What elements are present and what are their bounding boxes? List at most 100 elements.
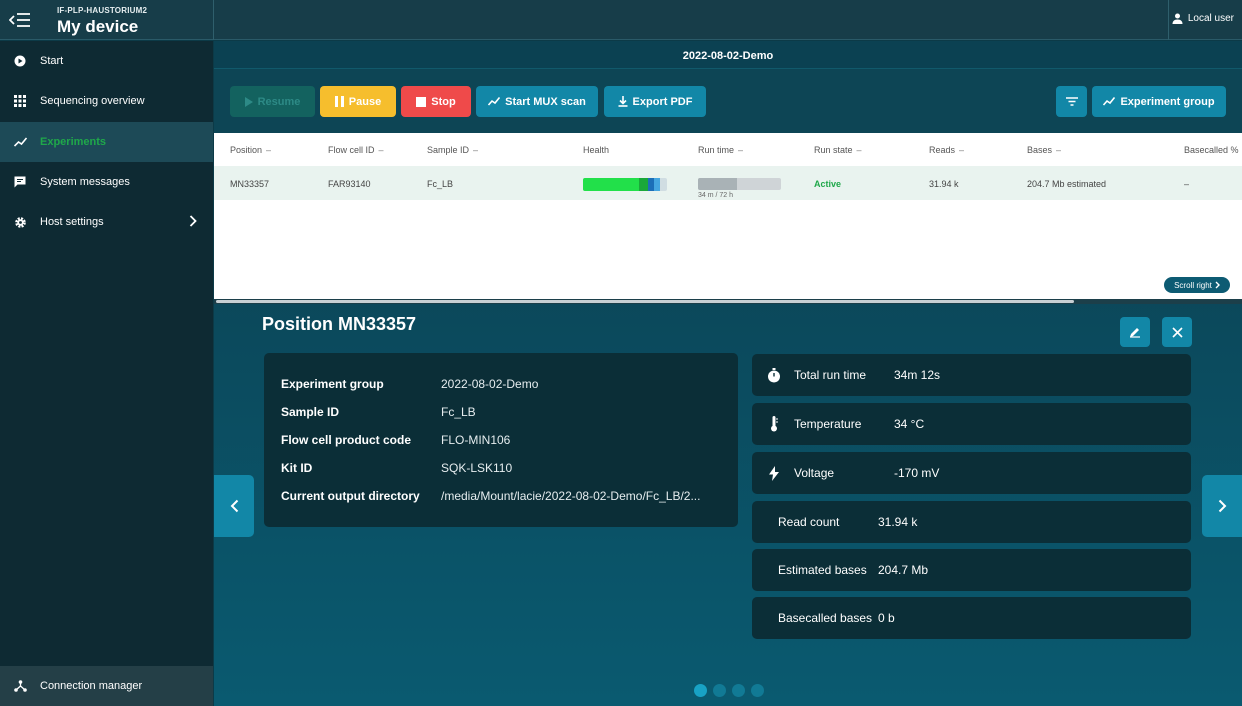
cell-position: MN33357: [230, 179, 270, 189]
toolbar: Resume Pause Stop Start MUX scan Export …: [214, 69, 1242, 133]
header-label: Sample ID: [427, 145, 470, 155]
pause-icon: [334, 96, 344, 107]
scroll-right-button[interactable]: Scroll right: [1164, 277, 1230, 293]
experiment-group-button[interactable]: Experiment group: [1092, 86, 1226, 117]
close-button[interactable]: [1162, 317, 1192, 347]
info-label: Flow cell product code: [281, 433, 412, 447]
stop-button[interactable]: Stop: [401, 86, 471, 117]
column-header[interactable]: Position –: [230, 145, 271, 155]
user-label: Local user: [1187, 13, 1234, 24]
info-value: FLO-MIN106: [441, 433, 511, 447]
mux-label: Start MUX scan: [505, 95, 586, 108]
sort-icon: –: [378, 145, 384, 155]
sort-icon: –: [959, 145, 965, 155]
export-pdf-button[interactable]: Export PDF: [604, 86, 706, 117]
column-header[interactable]: Bases –: [1027, 145, 1061, 155]
pagination-dots: [694, 684, 764, 697]
cell-sample: Fc_LB: [427, 179, 454, 189]
gear-icon: [13, 215, 27, 229]
stat-value: 34 °C: [894, 417, 925, 431]
column-header[interactable]: Run state –: [814, 145, 862, 155]
pagination-dot[interactable]: [694, 684, 707, 697]
start-mux-scan-button[interactable]: Start MUX scan: [476, 86, 598, 117]
info-value: SQK-LSK110: [441, 461, 513, 475]
header-label: Position: [230, 145, 263, 155]
scrollbar-thumb[interactable]: [216, 300, 1074, 303]
next-position-button[interactable]: [1202, 475, 1242, 537]
column-header[interactable]: Reads –: [929, 145, 964, 155]
play-icon: [244, 96, 253, 107]
network-icon: [13, 679, 27, 693]
cell-flow-cell: FAR93140: [328, 179, 371, 189]
chart-line-icon: [488, 97, 501, 106]
header-label: Flow cell ID: [328, 145, 375, 155]
page-title: My device: [57, 17, 139, 36]
pagination-dot[interactable]: [732, 684, 745, 697]
stat-label: Read count: [778, 515, 840, 529]
group-label: Experiment group: [1120, 95, 1215, 108]
connection-manager-label: Connection manager: [40, 680, 143, 692]
edit-button[interactable]: [1120, 317, 1150, 347]
positions-table: Position – Flow cell ID – Sample ID – Healt…: [214, 133, 1242, 299]
filter-button[interactable]: [1056, 86, 1087, 117]
sidebar-item-experiments[interactable]: Experiments: [0, 122, 213, 162]
user-icon: [1172, 13, 1183, 24]
menu-collapse-button[interactable]: [0, 0, 40, 40]
message-icon: [13, 175, 27, 189]
sidebar-item-host-settings[interactable]: Host settings: [0, 202, 213, 242]
table-row[interactable]: MN33357 FAR93140 Fc_LB 34 m / 72 h Activ…: [214, 166, 1242, 200]
cell-bases: 204.7 Mb estimated: [1027, 179, 1107, 189]
pause-label: Pause: [348, 95, 382, 108]
column-header[interactable]: Sample ID –: [427, 145, 478, 155]
run-time-text: 34 m / 72 h: [698, 192, 734, 199]
previous-position-button[interactable]: [214, 475, 254, 537]
sidebar-item-label: Host settings: [40, 216, 104, 228]
stat-estimated-bases: Estimated bases 204.7 Mb: [752, 549, 1191, 591]
sidebar-item-start[interactable]: Start: [0, 41, 213, 81]
stat-value: 204.7 Mb: [878, 563, 929, 577]
sort-icon: –: [738, 145, 744, 155]
sidebar-item-label: Sequencing overview: [40, 95, 145, 107]
sidebar-item-label: Experiments: [40, 136, 107, 148]
sidebar: Start Sequencing overview Experiments Sy…: [0, 41, 213, 706]
header-label: Bases: [1027, 145, 1053, 155]
info-label: Sample ID: [281, 405, 340, 419]
chevron-left-icon: [230, 499, 238, 513]
stat-voltage: Voltage -170 mV: [752, 452, 1191, 494]
sort-icon: –: [266, 145, 272, 155]
info-value: /media/Mount/lacie/2022-08-02-Demo/Fc_LB…: [441, 489, 701, 503]
run-time-bar: [698, 178, 781, 190]
stat-value: 34m 12s: [894, 368, 941, 382]
scroll-right-label: Scroll right: [1174, 280, 1212, 290]
sidebar-item-sequencing-overview[interactable]: Sequencing overview: [0, 81, 213, 121]
stat-basecalled-bases: Basecalled bases 0 b: [752, 597, 1191, 639]
resume-button[interactable]: Resume: [230, 86, 315, 117]
cell-run-state: Active: [814, 179, 842, 189]
experiment-title: 2022-08-02-Demo: [214, 41, 1242, 69]
chevron-right-icon: [189, 215, 197, 230]
header-label: Run time: [698, 145, 735, 155]
main-content: 2022-08-02-Demo Resume Pause Stop Start …: [214, 41, 1242, 706]
pagination-dot[interactable]: [713, 684, 726, 697]
chevron-right-icon: [1218, 499, 1226, 513]
pause-button[interactable]: Pause: [320, 86, 396, 117]
sort-icon: –: [473, 145, 479, 155]
column-header[interactable]: Run time –: [698, 145, 743, 155]
info-label: Kit ID: [281, 461, 313, 475]
pagination-dot[interactable]: [751, 684, 764, 697]
horizontal-scrollbar[interactable]: [214, 299, 1242, 304]
stat-read-count: Read count 31.94 k: [752, 501, 1191, 543]
stat-label: Temperature: [794, 417, 862, 431]
column-header[interactable]: Flow cell ID –: [328, 145, 384, 155]
sort-icon: –: [1056, 145, 1062, 155]
user-menu[interactable]: Local user: [1172, 13, 1234, 24]
chevron-right-icon: [1215, 281, 1220, 289]
column-header[interactable]: Health: [583, 145, 609, 155]
sidebar-item-system-messages[interactable]: System messages: [0, 162, 213, 202]
stop-label: Stop: [431, 95, 456, 108]
close-icon: [1171, 326, 1183, 338]
column-header[interactable]: Basecalled %: [1184, 145, 1239, 155]
stopwatch-icon: [766, 367, 782, 383]
sidebar-item-label: Start: [40, 55, 64, 67]
connection-manager[interactable]: Connection manager: [0, 666, 213, 706]
